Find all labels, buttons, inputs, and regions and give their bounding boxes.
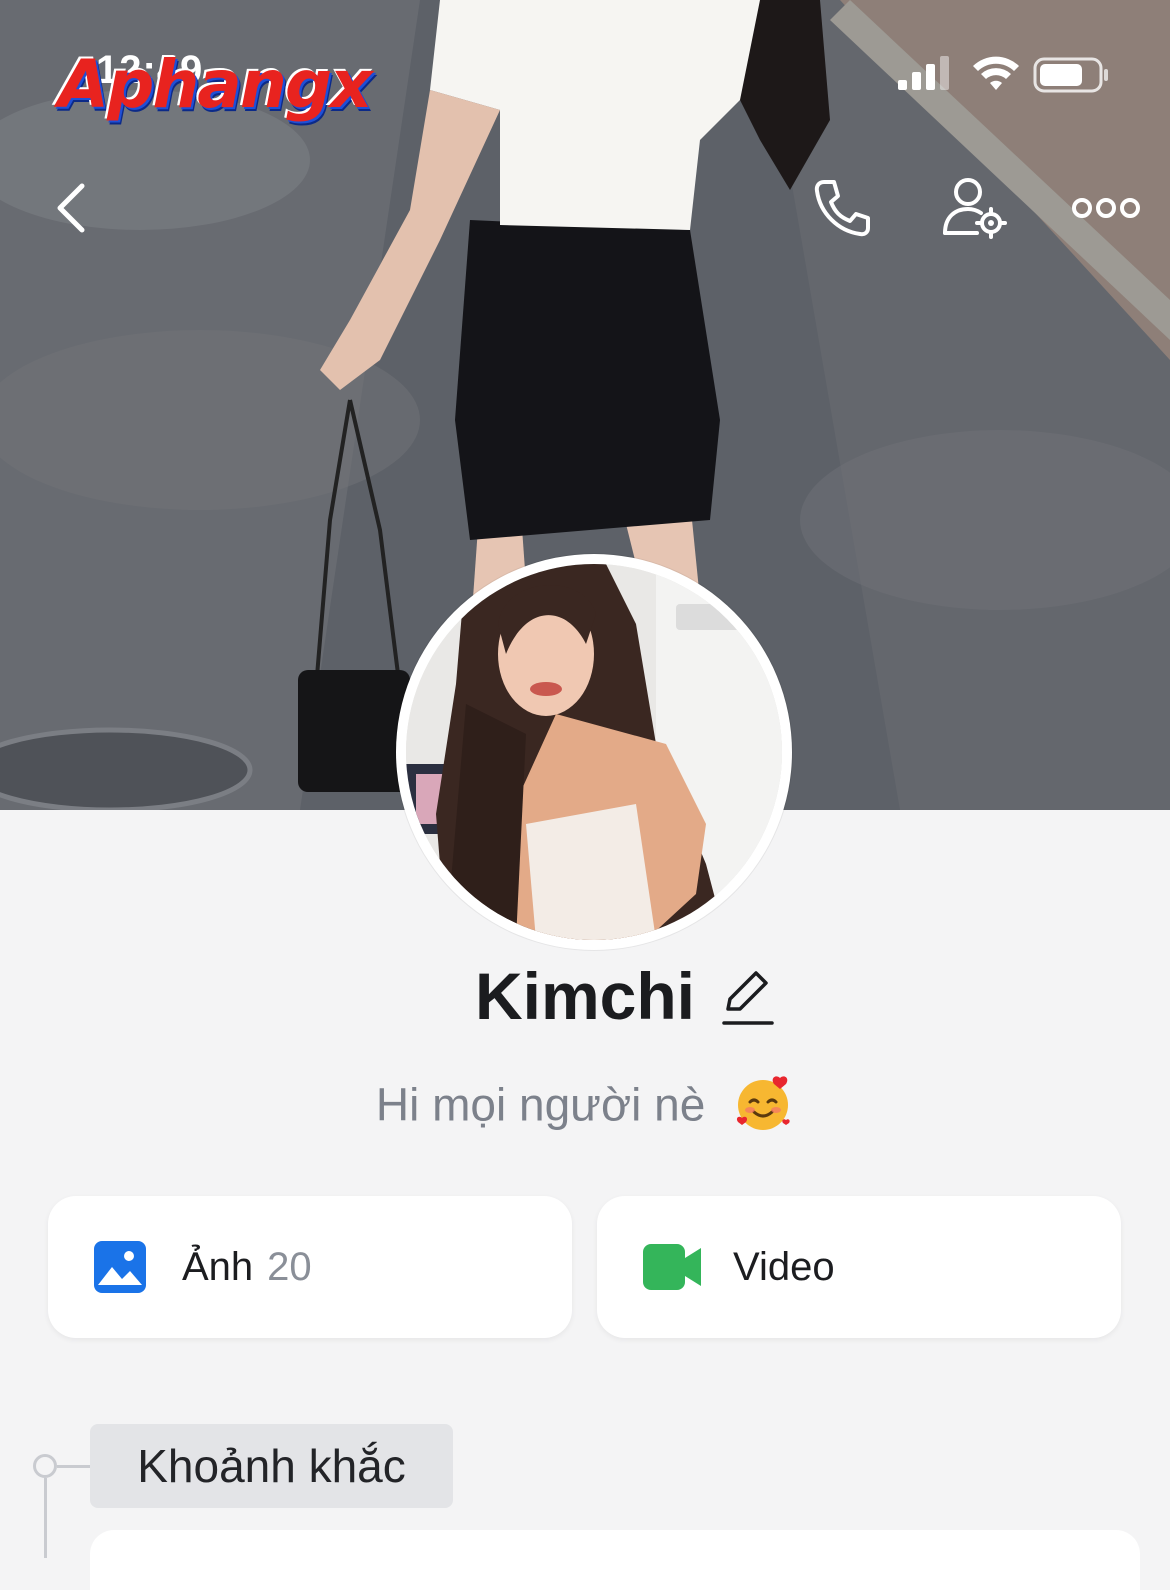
photos-card[interactable]: Ảnh 20 [48,1196,572,1338]
status-icons [898,56,1118,96]
chevron-left-icon [57,183,85,233]
timeline-dot [33,1454,57,1478]
more-button[interactable] [1068,188,1144,228]
call-button[interactable] [806,174,878,242]
pencil-icon [722,971,774,1025]
edit-name-button[interactable] [719,964,775,1028]
profile-settings-button[interactable] [938,174,1010,242]
photos-label: Ảnh [182,1244,254,1289]
bio-text: Hi mọi người nè [375,1078,706,1131]
video-camera-icon [641,1239,703,1295]
avatar-image [406,564,782,940]
wifi-icon [973,56,1019,90]
back-button[interactable] [40,178,100,238]
battery-icon [1033,57,1108,93]
more-horizontal-icon [1072,198,1140,218]
videos-label: Video [733,1244,835,1289]
timeline-line [44,1478,47,1558]
user-settings-icon [943,178,1007,239]
phone-icon [814,180,870,237]
moments-section-title: Khoảnh khắc [90,1424,453,1508]
timeline-connector [57,1465,91,1468]
avatar[interactable] [396,554,792,950]
profile-bio: Hi mọi người nè [0,1072,1170,1145]
moments-card[interactable] [90,1530,1140,1590]
image-icon [92,1239,148,1295]
videos-card[interactable]: Video [597,1196,1121,1338]
cellular-signal-icon [898,56,949,90]
profile-name: Kimchi [474,959,696,1033]
watermark-logo: Aphangx [58,46,373,123]
smiling-hearts-emoji [732,1072,794,1145]
photos-count: 20 [267,1244,312,1289]
